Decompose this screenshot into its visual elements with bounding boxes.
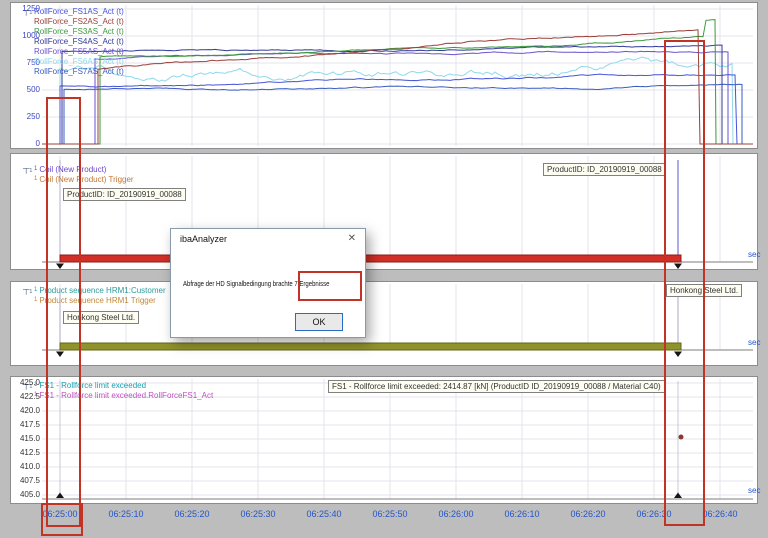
signal-trace: [42, 83, 753, 145]
cursor-marker-icon: [674, 263, 682, 269]
signal-trace: [42, 50, 753, 145]
legend-label: FS1 - Rollforce limit exceeded.RollForce…: [39, 391, 214, 400]
product-id-label-right[interactable]: ProductID: ID_20190919_00088: [543, 163, 666, 176]
legend-item[interactable]: 1 Product sequence HRM1:Customer: [34, 286, 166, 295]
time-tick-label: 06:25:40: [306, 509, 342, 519]
legend-label: Coil (New Product): [39, 165, 107, 174]
legend-label: RollForce_FS3AS_Act (t): [34, 27, 124, 36]
signal-trace: [42, 19, 753, 145]
legend-label: Coil (New Product) Trigger: [39, 175, 134, 184]
y-tick-label: 250: [26, 112, 40, 121]
legend-label: RollForce_FS5AS_Act (t): [34, 47, 124, 56]
axis-unit-label: sec: [748, 250, 761, 259]
y-tick-label: 405.0: [19, 490, 40, 499]
legend-item[interactable]: 1 Coil (New Product): [34, 165, 106, 174]
time-tick-label: 06:25:20: [174, 509, 210, 519]
signal-trace: [42, 73, 753, 145]
y-tick-label: 407.5: [19, 476, 40, 485]
y-tick-label: 417.5: [19, 420, 40, 429]
message-dialog: ibaAnalyzer ✕ Abfrage der HD Signalbedin…: [170, 228, 366, 338]
legend-item[interactable]: 1 FS1 - Rollforce limit exceeded.RollForc…: [34, 391, 213, 400]
legend-label: RollForce_FS7AS_Act (t): [34, 67, 124, 76]
sequence-digital-bar: [59, 342, 682, 351]
customer-label-right[interactable]: Honkong Steel Ltd.: [666, 284, 743, 297]
legend-signal-number: 1: [34, 166, 38, 172]
channel-marker-icon: ┬₁: [23, 284, 33, 294]
legend-item[interactable]: RollForce_FS1AS_Act (t): [34, 7, 124, 16]
axis-unit-label: sec: [748, 338, 761, 347]
dialog-titlebar[interactable]: ibaAnalyzer ✕: [171, 229, 365, 249]
dialog-message: Abfrage der HD Signalbedingung brachte 7…: [183, 279, 330, 288]
legend-signal-number: 1: [34, 297, 38, 303]
cursor-marker-icon: [56, 351, 64, 357]
y-tick-label: 420.0: [19, 406, 40, 415]
dialog-title: ibaAnalyzer: [180, 234, 228, 244]
y-tick-label: 0: [35, 139, 40, 148]
legend-item[interactable]: 1 FS1 - Rollforce limit exceeded: [34, 381, 146, 390]
limit-exceeded-label[interactable]: FS1 - Rollforce limit exceeded: 2414.87 …: [328, 380, 665, 393]
time-tick-label: 06:26:20: [570, 509, 606, 519]
axis-unit-label: sec: [748, 486, 761, 495]
legend-label: RollForce_FS4AS_Act (t): [34, 37, 124, 46]
time-tick-label: 06:25:00: [42, 509, 78, 519]
legend-item[interactable]: RollForce_FS2AS_Act (t): [34, 17, 124, 26]
time-axis[interactable]: 06:25:00 06:25:10 06:25:20 06:25:30 06:25:40…: [0, 504, 768, 538]
cursor-marker-icon: [674, 351, 682, 357]
limit-exceeded-point: [678, 434, 684, 440]
legend-label: RollForce_FS1AS_Act (t): [34, 7, 124, 16]
legend-item[interactable]: 1 Product sequence HRM1 Trigger: [34, 296, 156, 305]
time-tick-label: 06:26:00: [438, 509, 474, 519]
channel-marker-icon: ┬₁: [23, 163, 33, 173]
legend-item[interactable]: RollForce_FS3AS_Act (t): [34, 27, 124, 36]
time-tick-label: 06:25:10: [108, 509, 144, 519]
time-tick-label: 06:26:10: [504, 509, 540, 519]
trend-panel-rollforce[interactable]: ┬₁ 1250 1000 750 500 250 0 RollForce_FS1AS_Act…: [10, 2, 758, 149]
coil-digital-bar: [59, 254, 682, 263]
legend-signal-number: 1: [34, 392, 38, 398]
legend-item[interactable]: RollForce_FS5AS_Act (t): [34, 47, 124, 56]
close-icon[interactable]: ✕: [348, 233, 356, 244]
time-tick-label: 06:25:30: [240, 509, 276, 519]
trend-panel-limit-exceeded[interactable]: ┬₁ 425.0 422.5 420.0 417.5 415.0 412.5 410.0 40…: [10, 376, 758, 504]
ibaanalyzer-window: ┬₁ 1250 1000 750 500 250 0 RollForce_FS1AS_Act…: [0, 0, 768, 538]
cursor-marker-icon: [56, 263, 64, 269]
time-tick-label: 06:26:40: [702, 509, 738, 519]
rollforce-chart-layer: [42, 5, 753, 146]
y-tick-label: 412.5: [19, 448, 40, 457]
product-id-label-left[interactable]: ProductID: ID_20190919_00088: [63, 188, 186, 201]
legend-label: RollForce_FS2AS_Act (t): [34, 17, 124, 26]
legend-label: RollForce_FS6AS_Act (t): [34, 57, 124, 66]
legend-signal-number: 1: [34, 382, 38, 388]
legend-label: Product sequence HRM1:Customer: [39, 286, 166, 295]
time-tick-label: 06:26:30: [636, 509, 672, 519]
legend-label: Product sequence HRM1 Trigger: [39, 296, 156, 305]
y-tick-label: 500: [26, 85, 40, 94]
legend-item[interactable]: 1 Coil (New Product) Trigger: [34, 175, 134, 184]
time-tick-label: 06:25:50: [372, 509, 408, 519]
legend-item[interactable]: RollForce_FS7AS_Act (t): [34, 67, 124, 76]
legend-signal-number: 1: [34, 287, 38, 293]
customer-label-left[interactable]: Honkong Steel Ltd.: [63, 311, 140, 324]
legend-label: FS1 - Rollforce limit exceeded: [39, 381, 147, 390]
legend-item[interactable]: RollForce_FS4AS_Act (t): [34, 37, 124, 46]
y-tick-label: 410.0: [19, 462, 40, 471]
legend-item[interactable]: RollForce_FS6AS_Act (t): [34, 57, 124, 66]
signal-trace: [42, 56, 753, 145]
ok-button[interactable]: OK: [295, 313, 343, 331]
legend-signal-number: 1: [34, 176, 38, 182]
y-tick-label: 415.0: [19, 434, 40, 443]
signal-trace: [42, 44, 753, 145]
